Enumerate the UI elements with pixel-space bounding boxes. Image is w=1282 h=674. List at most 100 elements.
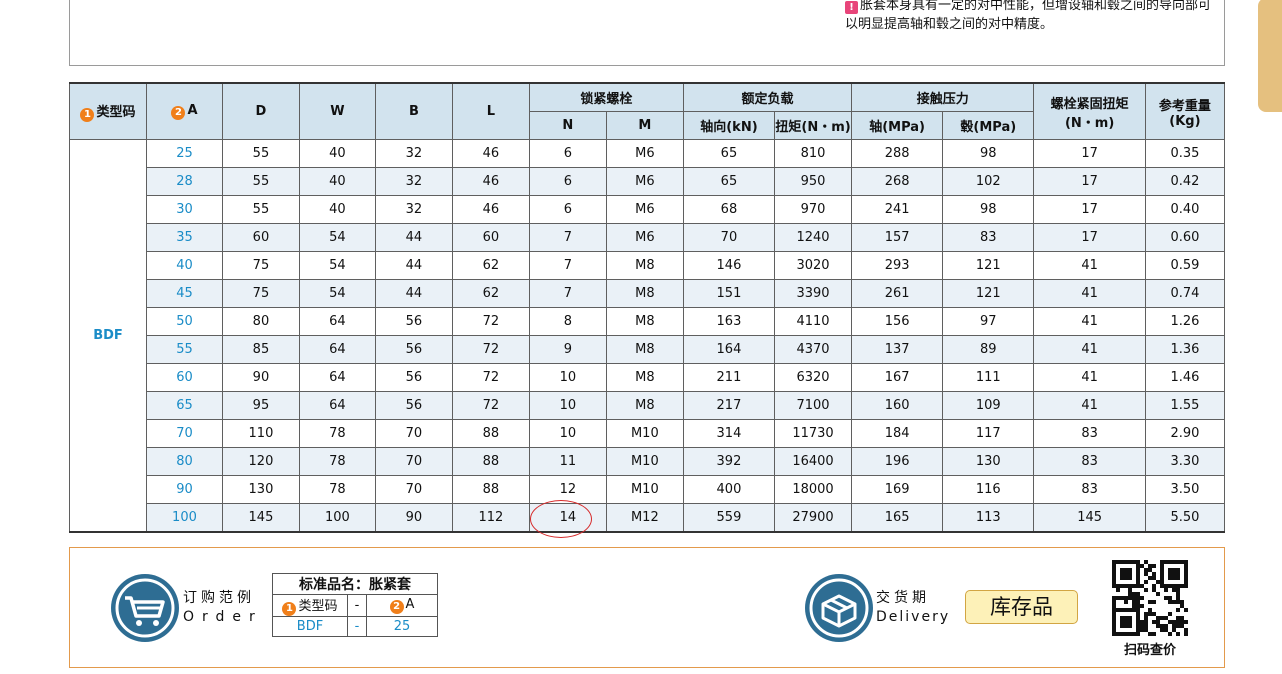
table-cell: 83 [942,223,1035,252]
table-cell: 75 [221,251,300,280]
order-panel: 订购范例 Order 标准品名：胀紧套 1 类型码 - 2A BDF - 25 交… [69,547,1225,668]
table-cell: 10 [528,419,607,448]
table-cell: 55 [221,195,300,224]
table-cell: 41 [1033,335,1146,364]
table-cell: 17 [1033,139,1146,168]
table-cell: 55 [221,139,300,168]
table-cell: 56 [374,391,453,420]
col-d-header: D [221,82,300,140]
table-cell: 83 [1033,447,1146,476]
table-cell: M8 [605,363,684,392]
a-value-cell: 55 [145,335,223,364]
table-cell: 110 [221,419,300,448]
table-cell: 109 [942,391,1035,420]
table-cell: 2.90 [1144,419,1226,448]
table-cell: 72 [451,307,530,336]
table-cell: 46 [451,139,530,168]
table-cell: 1.46 [1144,363,1226,392]
table-cell: 130 [221,475,300,504]
table-cell: 70 [374,419,453,448]
col-n-header: N [528,111,607,140]
table-cell: 98 [942,139,1035,168]
a-value-cell: 28 [145,167,223,196]
a-value-cell: 50 [145,307,223,336]
table-cell: 41 [1033,363,1146,392]
table-cell: 62 [451,251,530,280]
table-cell: 130 [942,447,1035,476]
table-cell: 14 [528,503,607,533]
table-cell: 3.50 [1144,475,1226,504]
col-hub-header: 毂(MPa) [942,111,1035,140]
table-cell: 146 [682,251,776,280]
table-cell: 41 [1033,251,1146,280]
note-text: 胀套本身具有一定的对中性能，但增设轴和毂之间的导向部可以明显提高轴和毂之间的对中… [845,0,1212,32]
table-cell: 1.26 [1144,307,1226,336]
order-type-label: 1 类型码 [272,594,348,617]
table-cell: 3.30 [1144,447,1226,476]
table-cell: 64 [298,363,376,392]
table-cell: 44 [374,251,453,280]
qr-code-icon[interactable] [1112,560,1188,636]
table-cell: 164 [682,335,776,364]
table-cell: 559 [682,503,776,533]
table-cell: 0.59 [1144,251,1226,280]
table-cell: 40 [298,167,376,196]
table-cell: 810 [774,139,853,168]
table-cell: 88 [451,447,530,476]
table-cell: 78 [298,447,376,476]
table-cell: 3020 [774,251,853,280]
a-value-cell: 65 [145,391,223,420]
table-cell: 70 [374,475,453,504]
table-cell: 116 [942,475,1035,504]
table-row: 50 80 64 56 72 8 M8 163 4110 156 97 41 1.26 [70,307,1226,336]
table-row: 100 145 100 90 112 14 M12 559 27900 165 113 145 5.50 [70,503,1226,533]
col-axial-header: 轴向(kN) [682,111,776,140]
table-cell: 400 [682,475,776,504]
table-row: BDF 25 55 40 32 46 6 M6 65 810 288 98 17 0.35 [69,139,1226,533]
table-cell: 261 [851,279,944,308]
table-cell: 0.60 [1144,223,1226,252]
table-cell: 54 [298,251,376,280]
col-l-header: L [451,82,530,140]
delivery-label: 交货期 Delivery [876,590,951,625]
table-cell: 6 [528,139,607,168]
tighten-torque-header: 螺栓紧固扭矩 (N・m) [1033,82,1146,140]
table-cell: 89 [942,335,1035,364]
table-cell: 145 [221,503,300,533]
side-tab[interactable] [1258,0,1282,112]
table-cell: 72 [451,335,530,364]
box-icon [805,574,873,642]
table-cell: 151 [682,279,776,308]
table-cell: 32 [374,139,453,168]
table-cell: 68 [682,195,776,224]
col-torque-header: 扭矩(N・m) [774,111,853,140]
table-cell: 160 [851,391,944,420]
in-stock-badge: 库存品 [965,590,1078,624]
table-row: 28 55 40 32 46 6 M6 65 950 268 102 17 0.42 [70,167,1226,196]
table-cell: 196 [851,447,944,476]
table-cell: 56 [374,335,453,364]
weight-header: 参考重量 (Kg) [1144,82,1226,140]
table-cell: M10 [605,475,684,504]
table-cell: 54 [298,223,376,252]
table-row: 65 95 64 56 72 10 M8 217 7100 160 109 41 1.55 [70,391,1226,420]
table-row: 40 75 54 44 62 7 M8 146 3020 293 121 41 0.59 [70,251,1226,280]
table-cell: 80 [221,307,300,336]
table-cell: 165 [851,503,944,533]
table-cell: 100 [298,503,376,533]
a-value-cell: 70 [145,419,223,448]
table-cell: 44 [374,223,453,252]
qr-label: 扫码查价 [1123,643,1176,658]
table-cell: 17 [1033,167,1146,196]
table-cell: 7 [528,251,607,280]
table-cell: 112 [451,503,530,533]
table-cell: 27900 [774,503,853,533]
table-cell: 970 [774,195,853,224]
table-cell: 3390 [774,279,853,308]
table-cell: 11 [528,447,607,476]
standard-name: 标准品名：胀紧套 [272,573,438,595]
table-cell: 56 [374,307,453,336]
table-cell: 70 [682,223,776,252]
warning-icon: ! [845,1,858,14]
table-cell: 392 [682,447,776,476]
